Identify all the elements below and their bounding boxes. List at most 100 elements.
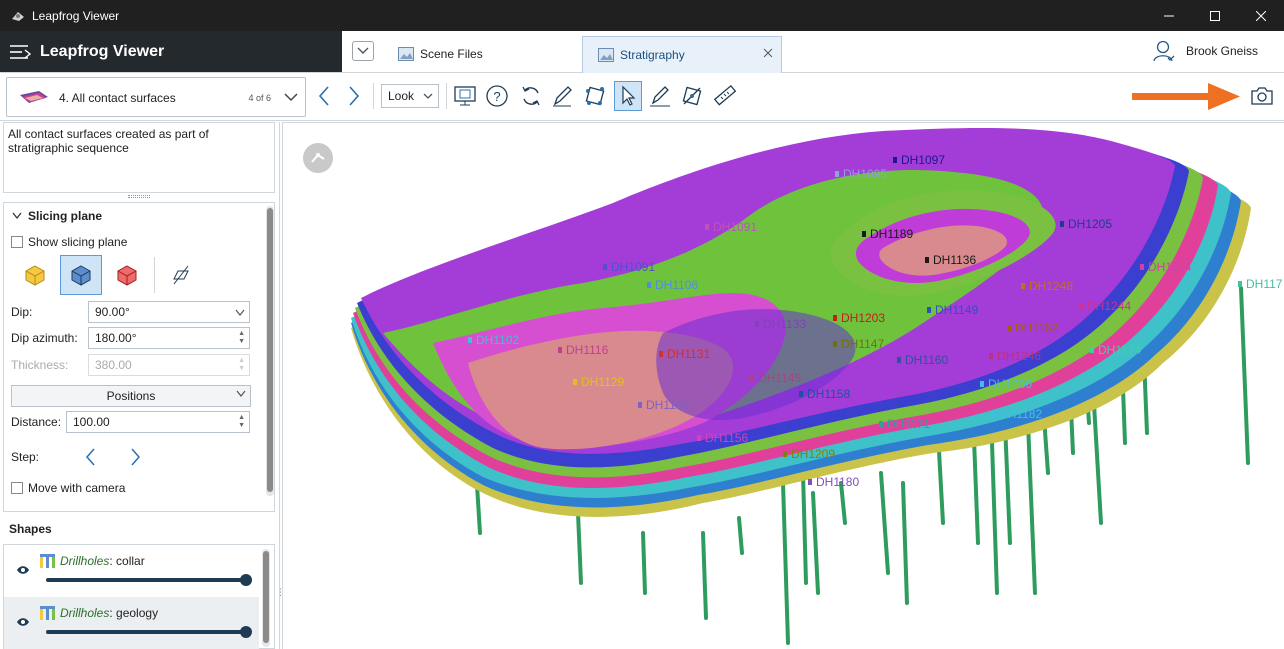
drillhole-label[interactable]: DH1145: [758, 371, 801, 385]
dip-azimuth-field[interactable]: 180.00° ▲ ▼: [88, 327, 250, 349]
scene-selector[interactable]: 4. All contact surfaces 4 of 6: [6, 77, 306, 117]
previous-scene-button[interactable]: [310, 81, 338, 111]
ruler-button[interactable]: [711, 81, 739, 111]
toolbar: 4. All contact surfaces 4 of 6 Look ?: [0, 73, 1284, 121]
rotate-button[interactable]: [517, 81, 545, 111]
disable-slice-button[interactable]: [160, 255, 202, 295]
slice-mode-front-button[interactable]: [14, 255, 56, 295]
drillhole-label[interactable]: DH1244: [1087, 299, 1131, 313]
drillhole-label[interactable]: DH1131: [667, 347, 710, 361]
step-forward-icon[interactable]: [130, 447, 142, 467]
yellow-cube-icon: [25, 265, 45, 286]
spinner-arrows[interactable]: ▲ ▼: [238, 414, 245, 430]
drillholes-icon: [40, 606, 55, 620]
tab-list-dropdown[interactable]: [352, 41, 374, 61]
checkbox-box[interactable]: [11, 482, 23, 494]
resize-grip[interactable]: [128, 195, 150, 198]
show-slicing-plane-checkbox[interactable]: Show slicing plane: [11, 235, 127, 249]
checkbox-box[interactable]: [11, 236, 23, 248]
scrollbar-thumb[interactable]: [263, 551, 269, 643]
next-scene-button[interactable]: [340, 81, 368, 111]
drillhole-label[interactable]: DH1162: [1015, 321, 1058, 335]
opacity-slider[interactable]: [46, 626, 252, 638]
eye-icon[interactable]: [16, 565, 30, 575]
scene-viewport[interactable]: DH1097 DH1095 DH1205 DH1091 DH1189 DH1091 DH11…: [282, 122, 1284, 649]
drillhole-label[interactable]: DH1182: [999, 407, 1042, 421]
drillhole-label[interactable]: DH1149: [935, 303, 978, 317]
step-label: Step:: [11, 450, 40, 464]
step-back-icon[interactable]: [84, 447, 96, 467]
drillhole-label[interactable]: DH1091: [713, 220, 757, 234]
app-name: Leapfrog Viewer: [40, 42, 165, 60]
slice-button[interactable]: [646, 81, 674, 111]
close-window-button[interactable]: [1238, 0, 1284, 31]
hamburger-menu-icon[interactable]: [8, 40, 34, 64]
drillhole-label[interactable]: DH1129: [581, 375, 624, 389]
minimize-button[interactable]: [1146, 0, 1192, 31]
dip-field[interactable]: 90.00°: [88, 301, 250, 323]
positions-dropdown[interactable]: Positions: [11, 385, 251, 407]
polyline-button[interactable]: [581, 81, 609, 111]
dip-label: Dip:: [11, 305, 33, 319]
drillhole-label[interactable]: DH1205: [1068, 217, 1112, 231]
brand-area: Leapfrog Viewer: [0, 31, 342, 72]
scrollbar-thumb[interactable]: [267, 208, 273, 492]
drillhole-label[interactable]: DH117: [1246, 277, 1282, 291]
stratigraphy-model[interactable]: [283, 123, 1284, 649]
move-plane-button[interactable]: [678, 81, 706, 111]
drillhole-label[interactable]: DH1142: [646, 398, 689, 412]
drillhole-label[interactable]: DH1102: [476, 333, 519, 347]
drillhole-label[interactable]: DH1174: [1098, 343, 1141, 357]
tab-label: Scene Files: [420, 47, 483, 61]
spinner-arrows[interactable]: ▲ ▼: [238, 330, 245, 346]
drillhole-label[interactable]: DH1106: [655, 278, 698, 292]
properties-panel: Slicing plane Show slicing plane Dip: 90…: [3, 202, 275, 512]
drillhole-label[interactable]: DH1158: [807, 387, 850, 401]
draw-button[interactable]: [548, 81, 576, 111]
eye-icon[interactable]: [16, 617, 30, 627]
distance-field[interactable]: 100.00 ▲ ▼: [66, 411, 250, 433]
zoom-fit-button[interactable]: [451, 81, 479, 111]
shape-row-geology[interactable]: Drillholes: geology: [4, 597, 259, 649]
drillhole-label[interactable]: DH1189: [870, 227, 913, 241]
drillhole-label[interactable]: DH1136: [933, 253, 976, 267]
maximize-button[interactable]: [1192, 0, 1238, 31]
collar-marker: [1060, 221, 1064, 227]
opacity-slider[interactable]: [46, 574, 252, 586]
shape-row-collar[interactable]: Drillholes: collar: [4, 545, 259, 597]
drillhole-label[interactable]: DH1164: [1148, 260, 1191, 274]
distance-label: Distance:: [11, 415, 62, 429]
slicing-plane-section-header[interactable]: Slicing plane: [12, 209, 102, 223]
tab-stratigraphy[interactable]: Stratigraphy: [582, 36, 782, 73]
drillhole-label[interactable]: DH1250: [988, 377, 1032, 391]
drillhole-label[interactable]: DH1095: [843, 167, 887, 181]
shapes-scrollbar[interactable]: [262, 549, 270, 647]
drillhole-label[interactable]: DH1147: [841, 337, 884, 351]
look-dropdown[interactable]: Look: [381, 84, 439, 108]
slider-handle[interactable]: [240, 574, 252, 586]
drillhole-label[interactable]: DH1203: [841, 311, 885, 325]
slice-mode-both-button[interactable]: [60, 255, 102, 295]
properties-scrollbar[interactable]: [266, 206, 274, 496]
drillhole-label[interactable]: DH1156: [705, 431, 748, 445]
drillhole-label[interactable]: DH1180: [816, 475, 859, 489]
drillhole-label[interactable]: DH1091: [611, 260, 655, 274]
close-tab-icon[interactable]: [763, 48, 773, 58]
screenshot-camera-icon[interactable]: [1250, 85, 1274, 107]
select-button[interactable]: [614, 81, 642, 111]
drillhole-label[interactable]: DH1133: [763, 317, 806, 331]
drillhole-label[interactable]: DH1097: [901, 153, 945, 167]
drillhole-label[interactable]: DH1248: [1029, 279, 1073, 293]
slider-handle[interactable]: [240, 626, 252, 638]
help-button[interactable]: ?: [483, 81, 511, 111]
drillhole-label[interactable]: DH1171: [887, 417, 930, 431]
drillhole-label[interactable]: DH1160: [905, 353, 948, 367]
drillhole-label[interactable]: DH1246: [997, 349, 1041, 363]
slice-mode-back-button[interactable]: [106, 255, 148, 295]
user-account[interactable]: Brook Gneiss: [1152, 39, 1258, 63]
move-with-camera-checkbox[interactable]: Move with camera: [11, 481, 125, 495]
svg-text:?: ?: [493, 89, 500, 104]
drillhole-label[interactable]: DH1209: [791, 447, 835, 461]
drillhole-label[interactable]: DH1116: [566, 343, 608, 357]
tab-scene-files[interactable]: Scene Files: [398, 36, 578, 72]
